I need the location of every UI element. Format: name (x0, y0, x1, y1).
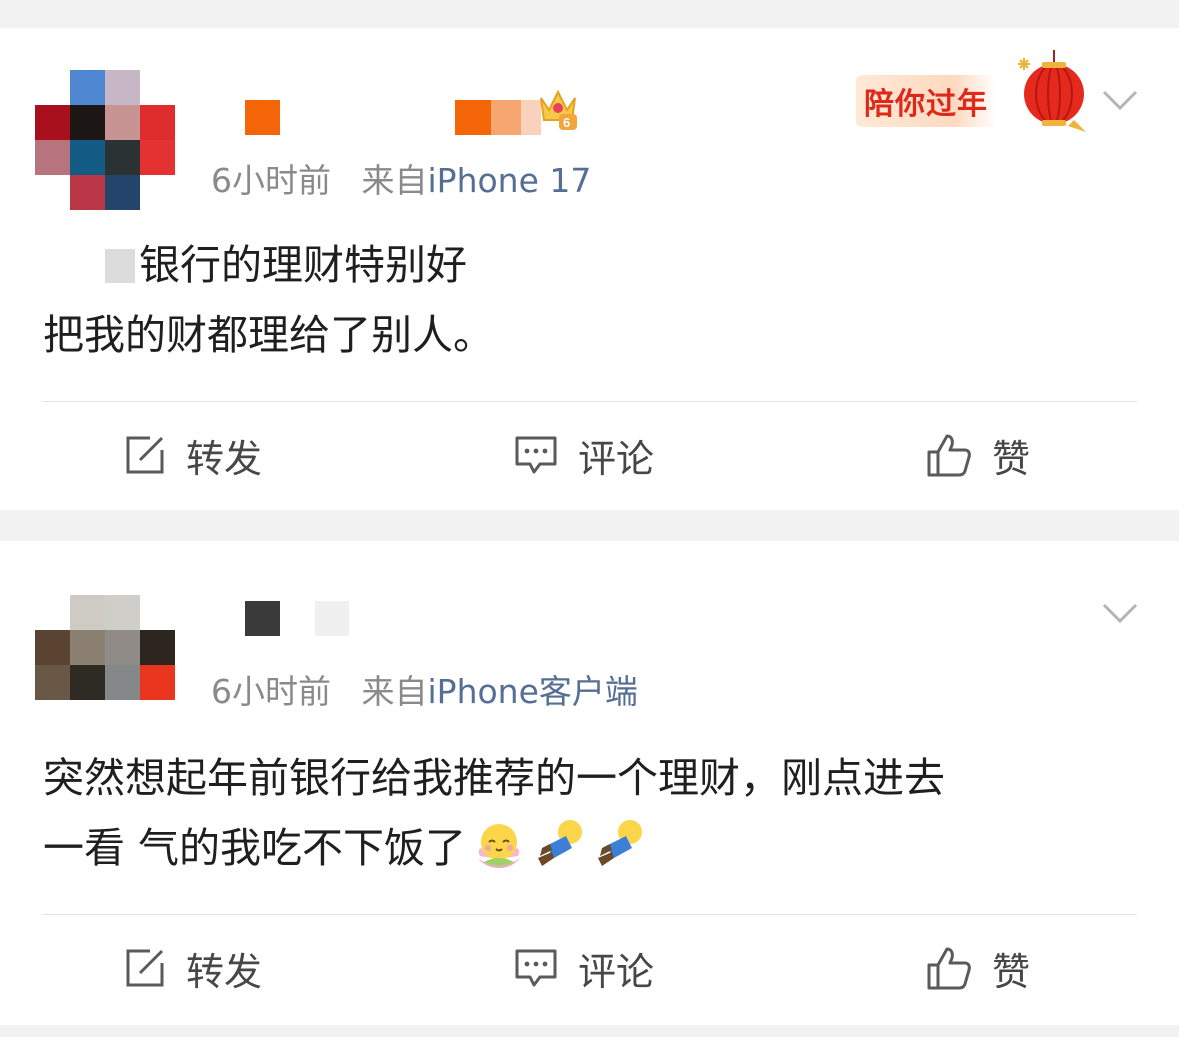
like-label: 赞 (992, 949, 1031, 994)
post-meta: 6小时前 来自iPhone 17 (211, 154, 591, 202)
like-label: 赞 (992, 436, 1031, 481)
thumbs-up-icon (927, 947, 971, 990)
post-meta: 6小时前 来自iPhone客户端 (211, 665, 638, 713)
post-card-2: 6小时前 来自iPhone客户端 突然想起年前银行给我推荐的一个理财，刚点进去 … (0, 541, 1179, 1025)
lantern-icon (1018, 50, 1086, 132)
avatar[interactable] (35, 595, 175, 700)
thumbs-up-icon (927, 434, 971, 477)
new-year-badge[interactable]: 陪你过年 (852, 38, 1098, 134)
from-label: 来自 (361, 672, 428, 711)
divider (42, 401, 1137, 402)
post-text: 银行的理财特别好 把我的财都理给了别人。 (43, 230, 494, 370)
post-text-line: 把我的财都理给了别人。 (43, 311, 494, 359)
repost-icon (126, 949, 164, 987)
post-text-line: 一看 气的我吃不下饭了 (43, 824, 467, 872)
repost-button[interactable]: 转发 (124, 430, 263, 481)
post-text-line: 突然想起年前银行给我推荐的一个理财，刚点进去 (43, 754, 945, 802)
faint-emoji (598, 820, 643, 866)
comment-icon (515, 949, 557, 987)
post-text: 突然想起年前银行给我推荐的一个理财，刚点进去 一看 气的我吃不下饭了 (43, 743, 945, 883)
vip-crown-icon: 6 (540, 89, 577, 130)
repost-label: 转发 (186, 436, 263, 481)
avatar[interactable] (35, 70, 175, 210)
badge-label: 陪你过年 (856, 75, 996, 127)
repost-button[interactable]: 转发 (124, 943, 263, 994)
repost-icon (126, 436, 164, 474)
comment-button[interactable]: 评论 (514, 943, 655, 994)
comment-label: 评论 (578, 949, 655, 994)
source-link[interactable]: iPhone 17 (428, 161, 592, 200)
comment-button[interactable]: 评论 (514, 430, 655, 481)
lotus-smile-emoji (478, 824, 521, 868)
comment-icon (515, 436, 557, 474)
source-link[interactable]: iPhone客户端 (428, 672, 638, 711)
like-button[interactable]: 赞 (926, 430, 1031, 481)
post-card-1: 6 6小时前 来自iPhone 17 陪你过年 银行的理财特别好 把我的财都理给… (0, 28, 1179, 510)
repost-label: 转发 (186, 949, 263, 994)
post-text-line: 银行的理财特别好 (139, 241, 467, 289)
chevron-down-icon[interactable] (1102, 86, 1138, 116)
post-time: 6小时前 (211, 161, 331, 200)
post-time: 6小时前 (211, 672, 331, 711)
like-button[interactable]: 赞 (926, 943, 1031, 994)
chevron-down-icon[interactable] (1102, 599, 1138, 629)
divider (42, 914, 1137, 915)
svg-text:6: 6 (563, 115, 570, 130)
from-label: 来自 (361, 161, 428, 200)
comment-label: 评论 (578, 436, 655, 481)
faint-emoji (538, 820, 583, 866)
redacted-text (105, 249, 135, 283)
